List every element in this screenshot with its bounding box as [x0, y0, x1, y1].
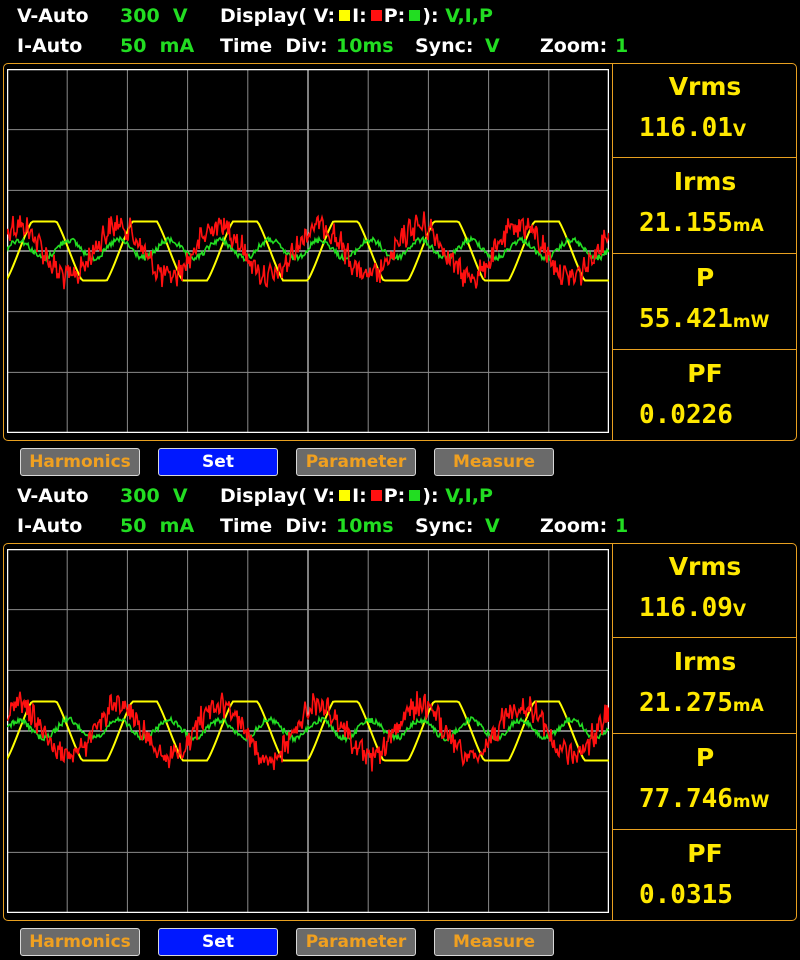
time-div-value[interactable]: 10ms — [336, 515, 394, 537]
irms-readout: Irms 21.275mA — [612, 637, 797, 733]
irms-unit: mA — [732, 696, 764, 716]
power-value: 55.421 — [639, 304, 733, 334]
display-i-label: I: — [352, 5, 367, 27]
display-close: ): — [422, 485, 439, 507]
vrms-label: Vrms — [668, 72, 742, 101]
current-color-swatch — [370, 9, 382, 21]
pf-value: 0.0315 — [639, 880, 733, 910]
waveform-scope — [7, 69, 609, 433]
power-unit: mW — [732, 312, 770, 332]
display-value: V,I,P — [445, 485, 493, 507]
pf-readout: PF 0.0315 — [612, 829, 797, 921]
power-label: P — [695, 263, 715, 292]
display-close: ): — [422, 5, 439, 27]
vrms-label: Vrms — [668, 552, 742, 581]
irms-value: 21.155 — [639, 208, 733, 238]
vrms-unit: V — [732, 601, 747, 621]
voltage-color-swatch — [339, 489, 351, 501]
power-color-swatch — [409, 489, 421, 501]
voltage-color-swatch — [339, 9, 351, 21]
power-readout: P 55.421mW — [612, 253, 797, 349]
vrms-readout: Vrms 116.09V — [612, 543, 797, 639]
irms-readout: Irms 21.155mA — [612, 157, 797, 253]
zoom-value[interactable]: 1 — [615, 515, 628, 537]
power-readout: P 77.746mW — [612, 733, 797, 829]
waveform-scope — [7, 549, 609, 913]
power-color-swatch — [409, 9, 421, 21]
i-range-label: I-Auto — [17, 515, 83, 537]
sync-label: Sync: — [415, 35, 474, 57]
measurement-panel-1: V-Auto 300 V Display( V: I: P:): V,I,P I-A… — [0, 0, 800, 480]
time-div-value[interactable]: 10ms — [336, 35, 394, 57]
time-div-label: Time Div: — [220, 515, 328, 537]
display-i-label: I: — [352, 485, 367, 507]
v-range-value: 300 V — [120, 485, 188, 507]
current-color-swatch — [370, 489, 382, 501]
pf-label: PF — [687, 839, 723, 868]
display-label: Display( V: — [220, 5, 336, 27]
sync-value[interactable]: V — [485, 35, 500, 57]
sync-value[interactable]: V — [485, 515, 500, 537]
irms-label: Irms — [673, 647, 737, 676]
vrms-unit: V — [732, 121, 747, 141]
display-value: V,I,P — [445, 5, 493, 27]
pf-label: PF — [687, 359, 723, 388]
set-button[interactable]: Set — [158, 448, 278, 476]
irms-unit: mA — [732, 216, 764, 236]
harmonics-button[interactable]: Harmonics — [20, 448, 140, 476]
pf-value: 0.0226 — [639, 400, 733, 430]
parameter-button[interactable]: Parameter — [296, 928, 416, 956]
measure-button[interactable]: Measure — [434, 928, 554, 956]
power-value: 77.746 — [639, 784, 733, 814]
parameter-button[interactable]: Parameter — [296, 448, 416, 476]
sync-label: Sync: — [415, 515, 474, 537]
irms-value: 21.275 — [639, 688, 733, 718]
display-p-label: P: — [383, 485, 406, 507]
irms-label: Irms — [673, 167, 737, 196]
zoom-label: Zoom: — [540, 515, 608, 537]
vrms-readout: Vrms 116.01V — [612, 63, 797, 159]
zoom-value[interactable]: 1 — [615, 35, 628, 57]
zoom-label: Zoom: — [540, 35, 608, 57]
display-selector[interactable]: Display( V: I: P:): V,I,P — [220, 5, 493, 27]
vrms-value: 116.01 — [639, 113, 733, 143]
set-button[interactable]: Set — [158, 928, 278, 956]
display-selector[interactable]: Display( V: I: P:): V,I,P — [220, 485, 493, 507]
v-range-label: V-Auto — [17, 485, 89, 507]
v-range-value: 300 V — [120, 5, 188, 27]
power-label: P — [695, 743, 715, 772]
pf-readout: PF 0.0226 — [612, 349, 797, 441]
measure-button[interactable]: Measure — [434, 448, 554, 476]
display-label: Display( V: — [220, 485, 336, 507]
time-div-label: Time Div: — [220, 35, 328, 57]
harmonics-button[interactable]: Harmonics — [20, 928, 140, 956]
power-unit: mW — [732, 792, 770, 812]
i-range-label: I-Auto — [17, 35, 83, 57]
vrms-value: 116.09 — [639, 593, 733, 623]
display-p-label: P: — [383, 5, 406, 27]
v-range-label: V-Auto — [17, 5, 89, 27]
i-range-value: 50 mA — [120, 35, 195, 57]
measurement-panel-2: V-Auto 300 V Display( V: I: P:): V,I,P I-A… — [0, 480, 800, 960]
i-range-value: 50 mA — [120, 515, 195, 537]
